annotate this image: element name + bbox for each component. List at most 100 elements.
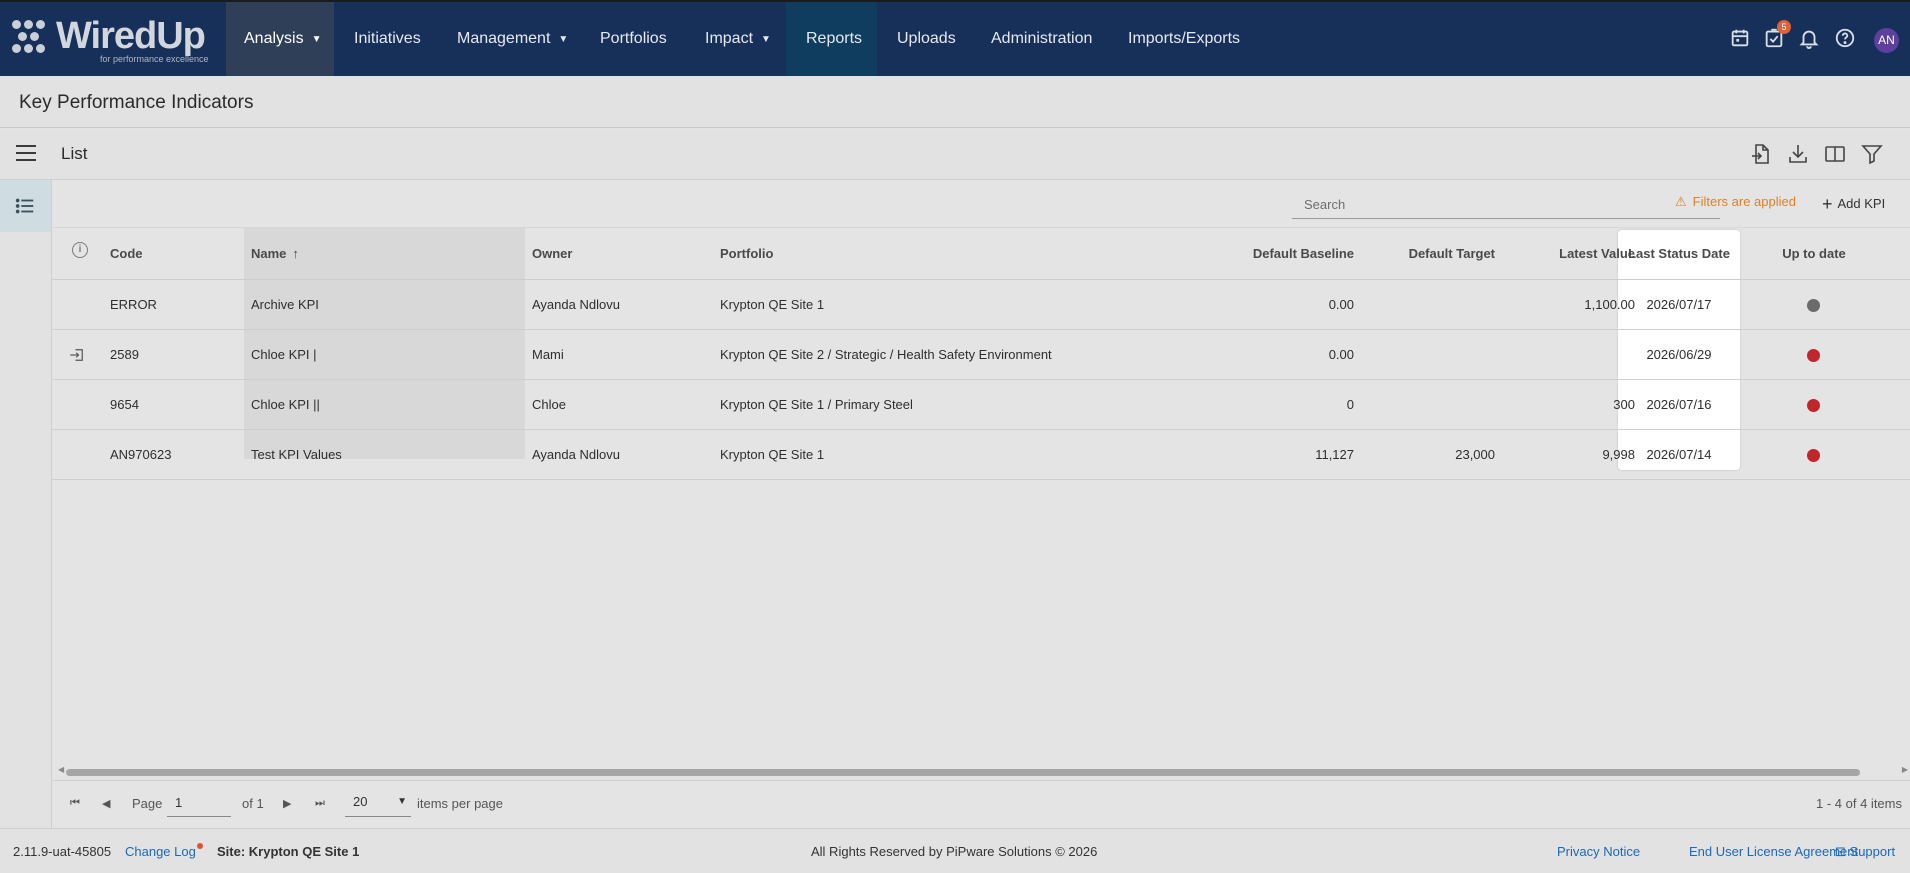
table-row[interactable]: 2589 Chloe KPI | Mami Krypton QE Site 2 / S… [52, 330, 1910, 380]
add-kpi-button[interactable]: + Add KPI [1822, 192, 1885, 214]
bell-icon[interactable] [1798, 27, 1822, 51]
logo-dots-icon [12, 18, 52, 58]
page-label: Page [132, 796, 163, 811]
cell-portfolio: Krypton QE Site 1 [720, 447, 825, 462]
nav-initiatives-label: Initiatives [354, 30, 421, 47]
privacy-notice-link[interactable]: Privacy Notice [1557, 844, 1640, 859]
change-log-link[interactable]: Change Log [125, 843, 203, 859]
nav-imports-exports-label: Imports/Exports [1128, 30, 1241, 47]
nav-portfolios-label: Portfolios [600, 30, 667, 47]
previous-page-icon[interactable]: ◀ [102, 797, 110, 810]
cell-latest: 300 [1613, 397, 1635, 412]
scroll-right-icon[interactable]: ▶ [1902, 765, 1908, 774]
nav-impact-label: Impact [705, 30, 754, 47]
last-page-icon[interactable]: ⏭ [315, 797, 325, 810]
table-row[interactable]: 9654 Chloe KPI || Chloe Krypton QE Site 1 /… [52, 380, 1910, 430]
change-log-label: Change Log [125, 844, 196, 859]
nav-analysis[interactable]: Analysis ▼ [226, 2, 334, 76]
nav-administration-label: Administration [991, 30, 1093, 47]
cell-code: 2589 [110, 347, 139, 362]
nav-reports-label: Reports [806, 30, 863, 47]
kpi-grid-area: ⚠ Filters are applied + Add KPI i Code Nam… [52, 180, 1910, 828]
items-per-page-label: items per page [417, 796, 503, 811]
support-icon: ⊡ [1835, 844, 1846, 859]
chevron-down-icon: ▼ [761, 34, 771, 45]
nav-management[interactable]: Management ▼ [457, 2, 568, 76]
page-size-value: 20 [353, 794, 368, 809]
col-header-code[interactable]: Code [110, 228, 143, 280]
cell-owner: Chloe [532, 397, 566, 412]
col-header-owner[interactable]: Owner [532, 228, 572, 280]
cell-code: AN970623 [110, 447, 172, 462]
col-header-name-label: Name [251, 246, 287, 261]
menu-icon[interactable] [16, 145, 36, 163]
col-header-last-status-date[interactable]: Last Status Date [1618, 228, 1740, 280]
left-rail [0, 180, 52, 828]
help-icon[interactable] [1834, 27, 1858, 51]
export-file-icon[interactable] [1749, 142, 1773, 166]
support-link[interactable]: ⊡ Support [1835, 844, 1895, 860]
columns-icon[interactable] [1823, 142, 1847, 166]
info-icon[interactable]: i [72, 242, 88, 258]
support-label: Support [1849, 844, 1896, 859]
scrollbar-thumb[interactable] [66, 769, 1860, 776]
cell-owner: Ayanda Ndlovu [532, 297, 620, 312]
cell-status-date: 2026/07/17 [1646, 297, 1712, 312]
download-icon[interactable] [1786, 142, 1810, 166]
cell-baseline: 0.00 [1328, 297, 1354, 312]
cell-status-date: 2026/07/16 [1646, 397, 1712, 412]
cell-latest: 9,998 [1602, 447, 1635, 462]
col-header-default-baseline[interactable]: Default Baseline [1192, 228, 1354, 280]
nav-uploads-label: Uploads [897, 30, 956, 47]
sort-ascending-icon: ↑ [292, 246, 299, 261]
cell-code: ERROR [110, 297, 157, 312]
wiredup-logo[interactable]: WiredUp for performance excellence [12, 14, 212, 66]
logo-wordmark: WiredUp [56, 15, 206, 57]
chevron-down-icon: ▼ [558, 34, 569, 45]
col-header-up-to-date[interactable]: Up to date [1752, 228, 1876, 280]
copyright-text: All Rights Reserved by PiPware Solutions… [811, 844, 1098, 859]
filter-icon[interactable] [1860, 142, 1884, 166]
cell-name: Archive KPI [251, 297, 319, 312]
search-field[interactable] [1292, 190, 1720, 219]
list-view-button[interactable] [0, 180, 51, 232]
chevron-down-icon: ▼ [311, 34, 322, 45]
version-label: 2.11.9-uat-45805 [13, 844, 112, 859]
table-row[interactable]: AN970623 Test KPI Values Ayanda Ndlovu Kryp… [52, 430, 1910, 480]
next-page-icon[interactable]: ▶ [283, 797, 291, 810]
scroll-left-icon[interactable]: ◀ [58, 765, 64, 774]
cell-name: Chloe KPI || [251, 397, 320, 412]
col-header-latest-value[interactable]: Latest Value [1492, 228, 1635, 280]
footer: 2.11.9-uat-45805 Change Log Site: Krypto… [0, 828, 1910, 873]
nav-uploads[interactable]: Uploads [897, 2, 956, 76]
horizontal-scrollbar[interactable]: ◀ ▶ [58, 765, 1908, 777]
nav-administration[interactable]: Administration [991, 2, 1092, 76]
cell-code: 9654 [110, 397, 139, 412]
col-header-default-target[interactable]: Default Target [1342, 228, 1495, 280]
nav-reports[interactable]: Reports [786, 2, 877, 76]
cell-owner: Ayanda Ndlovu [532, 447, 620, 462]
calendar-icon[interactable] [1729, 27, 1753, 51]
view-title: List [61, 144, 88, 163]
cell-target: 23,000 [1455, 447, 1495, 462]
list-icon [15, 198, 34, 214]
nav-initiatives[interactable]: Initiatives [354, 2, 421, 76]
nav-impact[interactable]: Impact ▼ [705, 2, 771, 76]
cell-latest [1492, 330, 1635, 379]
col-header-portfolio[interactable]: Portfolio [720, 228, 773, 280]
nav-portfolios[interactable]: Portfolios [600, 2, 667, 76]
chevron-down-icon: ▼ [397, 796, 407, 807]
page-size-select[interactable]: 20 ▼ [345, 789, 411, 817]
table-row[interactable]: ERROR Archive KPI Ayanda Ndlovu Krypton QE … [52, 280, 1910, 330]
filters-applied-note[interactable]: ⚠ Filters are applied [1675, 194, 1796, 210]
search-input[interactable] [1292, 190, 1720, 218]
page-number-input[interactable] [167, 789, 231, 817]
first-page-icon[interactable]: ⏮ [70, 797, 80, 810]
linked-kpi-icon[interactable] [68, 346, 86, 364]
col-header-name[interactable]: Name ↑ [251, 228, 299, 280]
nav-imports-exports[interactable]: Imports/Exports [1128, 2, 1240, 76]
view-bar: List [0, 129, 1910, 180]
user-avatar[interactable]: AN [1874, 28, 1899, 53]
task-list-icon[interactable]: 5 [1763, 20, 1791, 51]
eula-link[interactable]: End User License Agreement [1689, 844, 1858, 859]
